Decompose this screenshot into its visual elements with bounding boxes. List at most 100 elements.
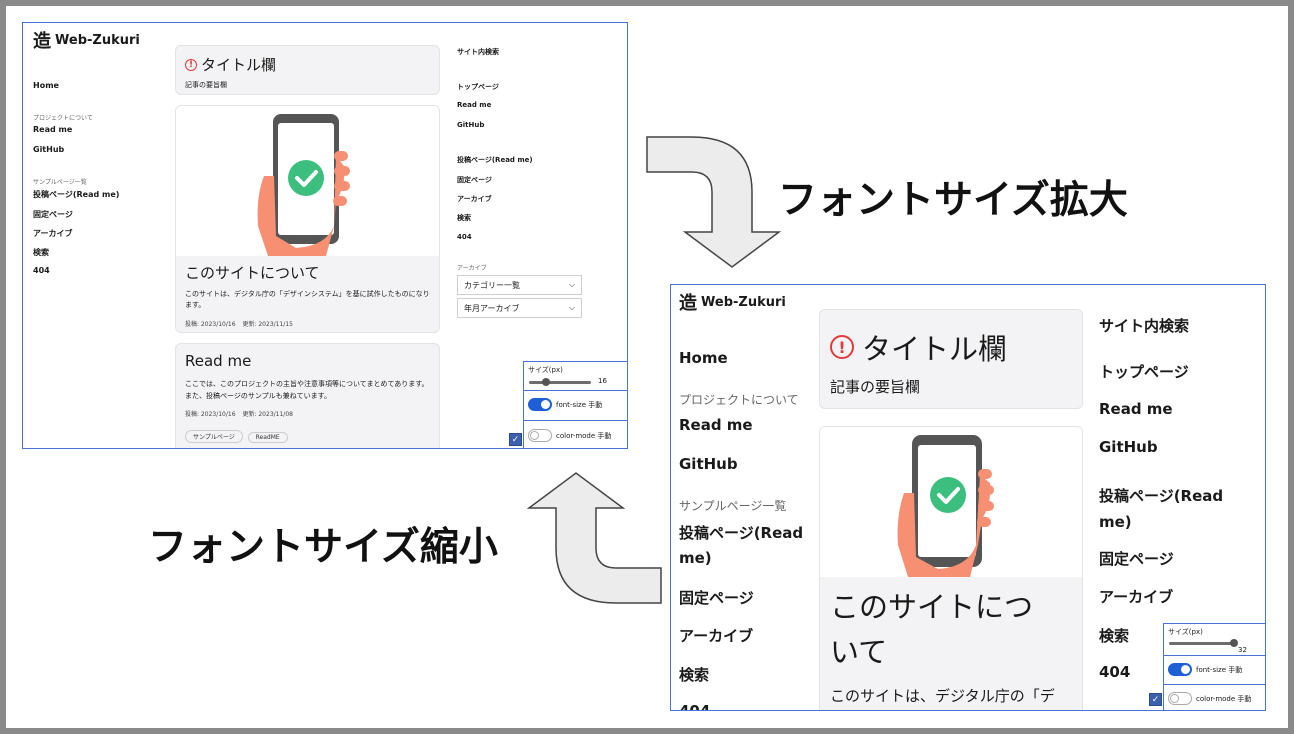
logo-text: Web-Zukuri xyxy=(701,294,786,310)
color-mode-toggle-label: color-mode 手動 xyxy=(556,431,612,440)
chevron-down-icon: ⌵ xyxy=(568,303,575,312)
nav-category-project: プロジェクトについて xyxy=(679,393,799,407)
about-heading-line2: いて xyxy=(830,635,888,669)
right-github[interactable]: GitHub xyxy=(1099,438,1158,456)
color-mode-toggle[interactable] xyxy=(1168,692,1192,705)
panel-checkbox[interactable]: ✓ xyxy=(1149,693,1162,706)
right-github[interactable]: GitHub xyxy=(457,121,484,129)
readme-heading: Read me xyxy=(185,352,252,370)
size-slider-knob[interactable] xyxy=(542,378,550,386)
size-label: サイズ(px) xyxy=(1168,628,1203,636)
about-body: このサイトは、デジタル庁の「デ xyxy=(830,687,1055,705)
font-size-toggle[interactable] xyxy=(1168,663,1192,676)
nav-readme[interactable]: Read me xyxy=(33,125,72,134)
right-readme[interactable]: Read me xyxy=(457,101,491,109)
color-mode-toggle-label: color-mode 手動 xyxy=(1196,694,1252,703)
about-heading-line1: このサイトにつ xyxy=(830,590,1034,624)
size-slider-track[interactable] xyxy=(1169,642,1235,645)
right-post-page[interactable]: 投稿ページ(Read me) xyxy=(1099,483,1223,535)
canvas: 造 Web-Zukuri Home プロジェクトについて Read me Git… xyxy=(6,6,1288,728)
nav-home[interactable]: Home xyxy=(33,81,59,90)
warning-icon: ! xyxy=(185,58,197,71)
right-site-search[interactable]: サイト内検索 xyxy=(457,47,499,57)
hero-image xyxy=(176,106,439,256)
nav-home[interactable]: Home xyxy=(679,349,728,367)
readme-updated: 更新: 2023/11/08 xyxy=(242,411,293,418)
nav-archive[interactable]: アーカイブ xyxy=(679,625,753,646)
right-404[interactable]: 404 xyxy=(1099,663,1130,681)
warning-icon: ! xyxy=(830,335,854,359)
color-mode-toggle[interactable] xyxy=(528,429,552,442)
nav-404[interactable]: 404 xyxy=(679,702,710,710)
nav-post-page-line1: 投稿ページ(Read xyxy=(679,524,804,542)
right-top-page[interactable]: トップページ xyxy=(457,82,499,92)
font-size-panel: サイズ(px) 32 font-size 手動 color-mode 手動 xyxy=(1163,623,1265,710)
right-fixed-page[interactable]: 固定ページ xyxy=(457,175,492,185)
site-logo[interactable]: 造 Web-Zukuri xyxy=(679,289,786,315)
nav-category-sample: サンプルページ一覧 xyxy=(679,499,787,513)
right-readme[interactable]: Read me xyxy=(1099,400,1173,418)
right-archive[interactable]: アーカイブ xyxy=(457,194,492,204)
about-body: このサイトは、デジタル庁の「デザインシステム」を基に試作したものになります。 xyxy=(185,290,430,309)
size-slider-knob[interactable] xyxy=(1230,639,1238,647)
font-size-toggle-label: font-size 手動 xyxy=(1196,665,1243,674)
nav-github[interactable]: GitHub xyxy=(33,145,64,154)
right-site-search[interactable]: サイト内検索 xyxy=(1099,315,1189,336)
site-logo[interactable]: 造 Web-Zukuri xyxy=(33,27,140,53)
nav-post-page[interactable]: 投稿ページ(Read me) xyxy=(679,521,803,571)
right-top-page[interactable]: トップページ xyxy=(1099,361,1189,382)
phone-illustration xyxy=(257,114,350,256)
readme-card[interactable]: Read me ここでは、このプロジェクトの主旨や注意事項等についてまとめてあり… xyxy=(175,343,440,448)
readme-body: ここでは、このプロジェクトの主旨や注意事項等についてまとめてあります。また、投稿… xyxy=(185,380,429,400)
panel-checkbox[interactable]: ✓ xyxy=(509,433,522,446)
nav-github[interactable]: GitHub xyxy=(679,455,738,473)
right-archive-label: アーカイブ xyxy=(457,265,487,272)
logo-kanji: 造 xyxy=(33,31,51,52)
nav-404[interactable]: 404 xyxy=(33,266,50,275)
tag-readme[interactable]: ReadME xyxy=(247,432,288,443)
nav-fixed-page[interactable]: 固定ページ xyxy=(679,587,754,608)
title-text: タイトル欄 xyxy=(862,332,1008,366)
logo-text: Web-Zukuri xyxy=(55,32,140,48)
arrow-enlarge-icon xyxy=(646,136,782,268)
title-card: ! タイトル欄 記事の要旨欄 xyxy=(175,45,440,95)
nav-archive[interactable]: アーカイブ xyxy=(33,228,73,239)
nav-post-page-line2: me) xyxy=(679,549,712,567)
right-post-page-line1: 投稿ページ(Read xyxy=(1099,487,1224,505)
category-select[interactable]: カテゴリー一覧 ⌵ xyxy=(457,275,582,295)
logo-kanji: 造 xyxy=(679,293,697,314)
caption-shrink: フォントサイズ縮小 xyxy=(148,525,498,570)
font-size-toggle-label: font-size 手動 xyxy=(556,400,603,409)
title-summary: 記事の要旨欄 xyxy=(830,378,921,396)
font-size-panel: サイズ(px) 16 font-size 手動 color-mode 手動 xyxy=(523,361,627,448)
about-posted: 投稿: 2023/10/16 xyxy=(185,321,236,328)
about-updated: 更新: 2023/11/15 xyxy=(242,321,293,328)
about-heading: このサイトについて xyxy=(185,264,320,282)
tag-sample-page[interactable]: サンプルページ xyxy=(185,430,243,443)
nav-search[interactable]: 検索 xyxy=(33,247,49,258)
nav-fixed-page[interactable]: 固定ページ xyxy=(33,209,73,220)
month-select-value: 年月アーカイブ xyxy=(464,303,520,313)
nav-category-sample: サンプルページ一覧 xyxy=(33,179,87,186)
right-search[interactable]: 検索 xyxy=(457,213,471,223)
about-card[interactable]: このサイトについて このサイトは、デジタル庁の「デザインシステム」を基に試作した… xyxy=(175,105,440,333)
size-slider-track[interactable] xyxy=(529,381,591,384)
screenshot-small-font: 造 Web-Zukuri Home プロジェクトについて Read me Git… xyxy=(22,22,628,449)
month-select[interactable]: 年月アーカイブ ⌵ xyxy=(457,298,582,318)
title-summary: 記事の要旨欄 xyxy=(185,81,227,89)
right-fixed-page[interactable]: 固定ページ xyxy=(1099,548,1174,569)
right-404[interactable]: 404 xyxy=(457,233,472,241)
about-heading: このサイトにつ いて xyxy=(830,585,1033,675)
size-value: 16 xyxy=(598,377,607,385)
title-text: タイトル欄 xyxy=(201,56,277,74)
right-archive[interactable]: アーカイブ xyxy=(1099,586,1173,607)
phone-illustration xyxy=(897,435,994,577)
right-post-page[interactable]: 投稿ページ(Read me) xyxy=(457,155,533,165)
nav-post-page[interactable]: 投稿ページ(Read me) xyxy=(33,189,119,200)
about-card[interactable]: このサイトにつ いて このサイトは、デジタル庁の「デ xyxy=(819,426,1083,710)
font-size-toggle[interactable] xyxy=(528,398,552,411)
nav-search[interactable]: 検索 xyxy=(679,664,709,685)
caption-enlarge: フォントサイズ拡大 xyxy=(778,178,1128,223)
nav-readme[interactable]: Read me xyxy=(679,416,753,434)
right-search[interactable]: 検索 xyxy=(1099,625,1129,646)
